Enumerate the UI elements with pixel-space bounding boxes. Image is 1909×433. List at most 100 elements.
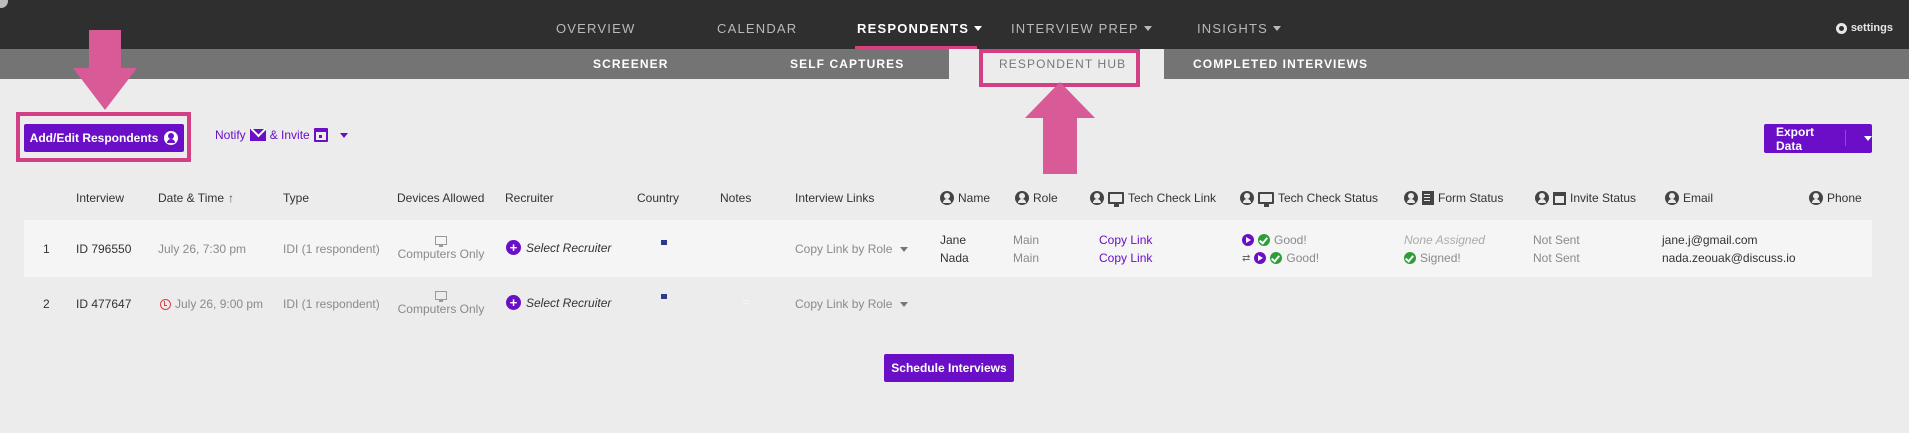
col-invite-status[interactable]: Invite Status xyxy=(1535,191,1636,205)
row-number: 2 xyxy=(43,297,50,311)
col-tech-link-label: Tech Check Link xyxy=(1128,191,1217,205)
user-icon xyxy=(1665,191,1679,205)
notify-label: Notify xyxy=(215,128,246,142)
col-name[interactable]: Name xyxy=(940,191,990,205)
chevron-down-icon xyxy=(1143,26,1152,31)
devices-allowed: Computers Only xyxy=(397,291,485,316)
form-icon xyxy=(1422,191,1434,205)
col-date-time[interactable]: Date & Time ↑ xyxy=(158,191,234,205)
chevron-down-icon xyxy=(339,132,348,138)
devices-label: Computers Only xyxy=(397,247,485,261)
respondent-email: nada.zeouak@discuss.io xyxy=(1662,251,1796,265)
tab-screener[interactable]: SCREENER xyxy=(593,57,668,71)
col-role[interactable]: Role xyxy=(1015,191,1058,205)
select-recruiter[interactable]: + Select Recruiter xyxy=(506,240,611,255)
copy-link-by-role-dropdown[interactable]: Copy Link by Role xyxy=(795,297,909,311)
copy-link-by-role-label: Copy Link by Role xyxy=(795,242,893,256)
gear-icon xyxy=(1835,22,1847,34)
divider xyxy=(1845,130,1846,146)
user-icon xyxy=(164,131,179,145)
datetime-label: July 26, 9:00 pm xyxy=(175,297,264,311)
user-icon xyxy=(1535,191,1549,205)
settings-link[interactable]: settings xyxy=(1835,22,1893,34)
select-recruiter[interactable]: + Select Recruiter xyxy=(506,295,611,310)
col-tech-check-status[interactable]: Tech Check Status xyxy=(1240,191,1378,207)
nav-respondents-label: RESPONDENTS xyxy=(857,21,970,36)
col-form-status[interactable]: Form Status xyxy=(1404,191,1503,205)
respondent-role: Main xyxy=(1013,251,1040,265)
respondent-email: jane.j@gmail.com xyxy=(1662,233,1758,247)
col-date-time-label: Date & Time xyxy=(158,191,225,205)
play-icon[interactable] xyxy=(1254,252,1267,264)
interview-datetime: July 26, 9:00 pm xyxy=(160,297,263,311)
user-icon xyxy=(1404,191,1418,205)
add-edit-respondents-button[interactable]: Add/Edit Respondents xyxy=(24,124,184,152)
col-role-label: Role xyxy=(1033,191,1058,205)
monitor-icon xyxy=(435,291,447,302)
col-email[interactable]: Email xyxy=(1665,191,1713,205)
col-tech-check-link[interactable]: Tech Check Link xyxy=(1090,191,1217,207)
col-form-status-label: Form Status xyxy=(1438,191,1504,205)
sort-arrow-icon: ↑ xyxy=(228,191,235,205)
col-email-label: Email xyxy=(1683,191,1714,205)
plus-icon: + xyxy=(506,240,521,255)
invite-status: Not Sent xyxy=(1533,251,1580,265)
interview-datetime: July 26, 7:30 pm xyxy=(158,242,247,256)
col-type[interactable]: Type xyxy=(283,191,309,205)
col-notes[interactable]: Notes xyxy=(720,191,751,205)
copy-tech-link[interactable]: Copy Link xyxy=(1099,251,1152,265)
chevron-down-icon xyxy=(900,301,909,307)
tech-check-status: Good! xyxy=(1242,233,1307,247)
col-devices[interactable]: Devices Allowed xyxy=(397,191,484,205)
nav-calendar[interactable]: CALENDAR xyxy=(717,21,797,36)
interview-id: ID 477647 xyxy=(76,297,132,311)
col-country[interactable]: Country xyxy=(637,191,679,205)
calendar-icon xyxy=(313,128,328,142)
form-status-label: Signed! xyxy=(1420,251,1461,265)
respondent-role: Main xyxy=(1013,233,1040,247)
select-recruiter-label: Select Recruiter xyxy=(526,295,612,310)
form-status: Signed! xyxy=(1404,251,1461,265)
copy-link-by-role-dropdown[interactable]: Copy Link by Role xyxy=(795,242,909,256)
schedule-label: Schedule Interviews xyxy=(891,361,1007,375)
repeat-icon[interactable]: ⇄ xyxy=(1242,253,1250,264)
nav-overview[interactable]: OVERVIEW xyxy=(556,21,635,36)
col-recruiter[interactable]: Recruiter xyxy=(505,191,554,205)
col-phone[interactable]: Phone xyxy=(1809,191,1862,205)
copy-tech-link[interactable]: Copy Link xyxy=(1099,233,1152,247)
nav-interview-prep-label: INTERVIEW PREP xyxy=(1011,21,1139,36)
monitor-icon xyxy=(435,236,447,247)
calendar-icon xyxy=(1553,191,1566,205)
user-icon xyxy=(1015,191,1029,205)
main-nav: OVERVIEW CALENDAR RESPONDENTS INTERVIEW … xyxy=(0,0,1909,49)
check-icon xyxy=(1258,234,1270,246)
nav-insights[interactable]: INSIGHTS xyxy=(1197,21,1281,36)
col-name-label: Name xyxy=(958,191,991,205)
user-icon xyxy=(1240,191,1254,205)
plus-icon: + xyxy=(506,295,521,310)
export-data-button[interactable]: Export Data xyxy=(1764,124,1872,153)
notify-invite-menu[interactable]: Notify & Invite xyxy=(215,128,348,142)
copy-link-by-role-label: Copy Link by Role xyxy=(795,297,893,311)
invite-status: Not Sent xyxy=(1533,233,1580,247)
tab-self-captures[interactable]: SELF CAPTURES xyxy=(790,57,904,71)
invite-label: & Invite xyxy=(269,128,310,142)
play-icon[interactable] xyxy=(1242,234,1254,246)
tech-status-label: Good! xyxy=(1274,233,1307,247)
interview-type: IDI (1 respondent) xyxy=(283,242,380,256)
tab-completed-interviews[interactable]: COMPLETED INTERVIEWS xyxy=(1193,57,1368,71)
col-interview-links[interactable]: Interview Links xyxy=(795,191,874,205)
user-icon xyxy=(1809,191,1823,205)
chevron-down-icon xyxy=(1273,26,1281,31)
chevron-down-icon xyxy=(1864,136,1872,141)
monitor-icon xyxy=(1258,192,1274,207)
respondent-name: Nada xyxy=(940,251,969,265)
nav-interview-prep[interactable]: INTERVIEW PREP xyxy=(1011,21,1152,36)
interview-id: ID 796550 xyxy=(76,242,132,256)
col-interview[interactable]: Interview xyxy=(76,191,124,205)
export-label: Export Data xyxy=(1776,124,1815,153)
nav-respondents[interactable]: RESPONDENTS xyxy=(857,21,983,36)
user-icon xyxy=(1090,191,1104,205)
schedule-interviews-button[interactable]: Schedule Interviews xyxy=(884,354,1014,382)
row-number: 1 xyxy=(43,242,50,256)
